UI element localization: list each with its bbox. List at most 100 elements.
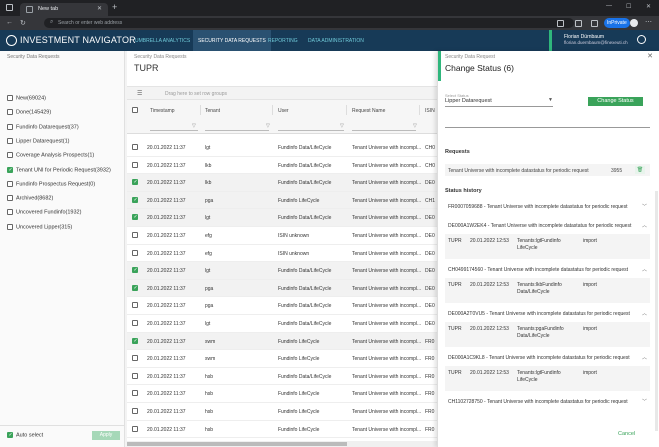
filter-item[interactable]: Coverage Analysis Prospects(1) xyxy=(7,152,94,159)
filter-item[interactable]: Fundinfo Datarequest(37) xyxy=(7,123,79,130)
filter-item[interactable]: Lipper Datarequest(1) xyxy=(7,137,70,144)
filter-checkbox[interactable] xyxy=(7,195,13,202)
chevron-up-icon[interactable]: ︿ xyxy=(642,354,647,361)
filter-checkbox[interactable] xyxy=(7,180,13,187)
filter-checkbox[interactable] xyxy=(7,152,13,159)
filter-icon[interactable]: ▽ xyxy=(340,123,344,129)
status-select[interactable]: Lipper Datarequest xyxy=(445,98,492,104)
table-row[interactable]: 20.01.2022 11:37 lgt Fundinfo Data/LifeCyc… xyxy=(127,262,437,280)
checkbox-icon[interactable] xyxy=(7,432,13,438)
table-row[interactable]: 20.01.2022 11:37 pga Fundinfo LifeCycle Ten… xyxy=(127,191,437,210)
address-bar[interactable]: ⌕ Search or enter web address xyxy=(44,18,574,28)
chevron-down-icon[interactable]: ﹀ xyxy=(642,398,647,405)
filter-item[interactable]: Uncovered Fundinfo(1932) xyxy=(7,209,81,216)
table-row[interactable]: 20.01.2022 11:37 pga Fundinfo Data/LifeCyc… xyxy=(127,297,437,315)
select-all-checkbox[interactable] xyxy=(132,107,138,113)
column-separator[interactable] xyxy=(200,105,201,115)
filter-item[interactable]: New(69024) xyxy=(7,95,46,101)
row-checkbox[interactable] xyxy=(132,179,138,186)
logout-power-icon[interactable] xyxy=(637,35,646,44)
table-row[interactable]: 20.01.2022 11:37 lgt Fundinfo Data/LifeCyc… xyxy=(127,209,437,227)
change-status-button[interactable]: Change Status xyxy=(588,97,643,106)
filter-input-user[interactable] xyxy=(278,130,344,131)
dialog-scrollbar[interactable] xyxy=(655,191,658,431)
row-checkbox[interactable] xyxy=(132,196,138,203)
table-row[interactable]: 20.01.2022 11:37 lkb Fundinfo Data/LifeCyc… xyxy=(127,174,437,192)
filter-checkbox[interactable] xyxy=(7,137,13,144)
inprivate-badge[interactable]: InPrivate xyxy=(604,18,630,28)
row-checkbox[interactable] xyxy=(132,267,138,274)
menu-reporting[interactable]: REPORTING xyxy=(268,38,298,44)
scrollbar-thumb[interactable] xyxy=(127,442,347,446)
filter-input-timestamp[interactable] xyxy=(150,130,198,131)
back-icon[interactable]: ← xyxy=(6,19,13,26)
auto-select-checkbox[interactable]: Auto select xyxy=(7,432,43,438)
close-window-icon[interactable]: ✕ xyxy=(646,3,651,10)
table-row[interactable]: 20.01.2022 11:37 efg ISIN unknown Tenant Un… xyxy=(127,227,437,245)
table-row[interactable]: 20.01.2022 11:37 efg ISIN unknown Tenant Un… xyxy=(127,245,437,263)
column-header-request-name[interactable]: Request Name xyxy=(352,108,385,114)
new-tab-icon[interactable]: + xyxy=(112,2,117,12)
table-row[interactable]: 20.01.2022 11:37 hsb Fundinfo LifeCycle Ten… xyxy=(127,385,437,403)
filter-input-request-name[interactable] xyxy=(352,130,416,131)
menu-umbrella-analytics[interactable]: UMBRELLA ANALYTICS xyxy=(135,38,190,44)
row-checkbox[interactable] xyxy=(132,144,138,150)
column-header-timestamp[interactable]: Timestamp xyxy=(150,108,175,114)
row-checkbox[interactable] xyxy=(132,408,138,414)
table-row[interactable]: 20.01.2022 11:37 hsb Fundinfo LifeCycle Ten… xyxy=(127,421,437,439)
filter-item[interactable]: Archived(8682) xyxy=(7,195,53,202)
filter-checkbox[interactable] xyxy=(7,223,13,230)
filter-checkbox[interactable] xyxy=(7,166,13,173)
favorites-icon[interactable] xyxy=(575,20,582,27)
tracking-prevention-icon[interactable] xyxy=(557,20,564,27)
collections-icon[interactable] xyxy=(591,20,598,27)
column-separator[interactable] xyxy=(419,105,420,115)
table-row[interactable]: 20.01.2022 11:37 hsb Fundinfo LifeCycle Ten… xyxy=(127,403,437,421)
table-row[interactable]: 20.01.2022 11:37 pga Fundinfo Data/LifeCyc… xyxy=(127,279,437,298)
table-row[interactable]: 20.01.2022 11:37 swm Fundinfo LifeCycle Ten… xyxy=(127,332,437,351)
menu-data-administration[interactable]: DATA ADMINISTRATION xyxy=(308,38,364,44)
history-item-header[interactable]: DE000A2T0VU5 - Tenant Universe with inco… xyxy=(445,309,650,319)
row-checkbox[interactable] xyxy=(132,425,138,432)
history-item-header[interactable]: CH0499174560 - Tenant Universe with inco… xyxy=(445,265,650,275)
column-header-isin[interactable]: ISIN xyxy=(425,108,435,114)
table-row[interactable]: 20.01.2022 11:37 lgt Fundinfo Data/LifeCyc… xyxy=(127,139,437,157)
refresh-icon[interactable]: ↻ xyxy=(20,19,26,27)
delete-icon[interactable]: 🗑 xyxy=(635,166,645,174)
comment-field[interactable] xyxy=(445,116,650,128)
row-checkbox[interactable] xyxy=(132,214,138,221)
history-item-header[interactable]: CH1102728750 - Tenant Universe with inco… xyxy=(445,397,650,407)
filter-icon[interactable]: ▽ xyxy=(192,123,196,129)
row-checkbox[interactable] xyxy=(132,355,138,362)
filter-input-tenant[interactable] xyxy=(205,130,269,131)
close-icon[interactable]: ✕ xyxy=(647,52,653,60)
chevron-up-icon[interactable]: ︿ xyxy=(642,310,647,317)
row-checkbox[interactable] xyxy=(132,337,138,344)
row-group-panel[interactable]: ☰ Drag here to set row groups xyxy=(127,86,437,100)
filter-icon[interactable]: ▽ xyxy=(413,123,417,129)
column-header-tenant[interactable]: Tenant xyxy=(205,108,220,114)
row-checkbox[interactable] xyxy=(132,161,138,168)
table-row[interactable]: 20.01.2022 11:37 lgt Fundinfo Data/LifeCyc… xyxy=(127,315,437,333)
history-item-header[interactable]: DE000A1C9KL8 - Tenant Universe with inco… xyxy=(445,353,650,363)
chevron-down-icon[interactable]: ﹀ xyxy=(642,203,647,210)
history-item-header[interactable]: FR0007059688 - Tenant Universe with inco… xyxy=(445,202,650,212)
apply-button[interactable]: Apply xyxy=(92,431,120,440)
tab-actions-icon[interactable] xyxy=(6,4,13,11)
filter-checkbox[interactable] xyxy=(7,123,13,130)
filter-checkbox[interactable] xyxy=(7,109,13,116)
table-row[interactable]: 20.01.2022 11:37 hsb Fundinfo Data/LifeCyc… xyxy=(127,368,437,386)
column-separator[interactable] xyxy=(346,105,347,115)
minimize-icon[interactable]: — xyxy=(606,3,612,9)
chevron-up-icon[interactable]: ︿ xyxy=(642,222,647,229)
browser-tab[interactable]: New tab ✕ xyxy=(20,3,108,16)
row-checkbox[interactable] xyxy=(132,372,138,379)
more-menu-icon[interactable]: ⋯ xyxy=(645,18,652,26)
menu-security-data-requests[interactable]: SECURITY DATA REQUESTS xyxy=(193,30,271,51)
row-checkbox[interactable] xyxy=(132,249,138,256)
row-checkbox[interactable] xyxy=(132,232,138,238)
maximize-icon[interactable]: ☐ xyxy=(626,3,631,10)
filter-checkbox[interactable] xyxy=(7,209,13,216)
filter-item[interactable]: Uncovered Lipper(315) xyxy=(7,223,72,230)
horizontal-scrollbar[interactable] xyxy=(127,441,437,447)
